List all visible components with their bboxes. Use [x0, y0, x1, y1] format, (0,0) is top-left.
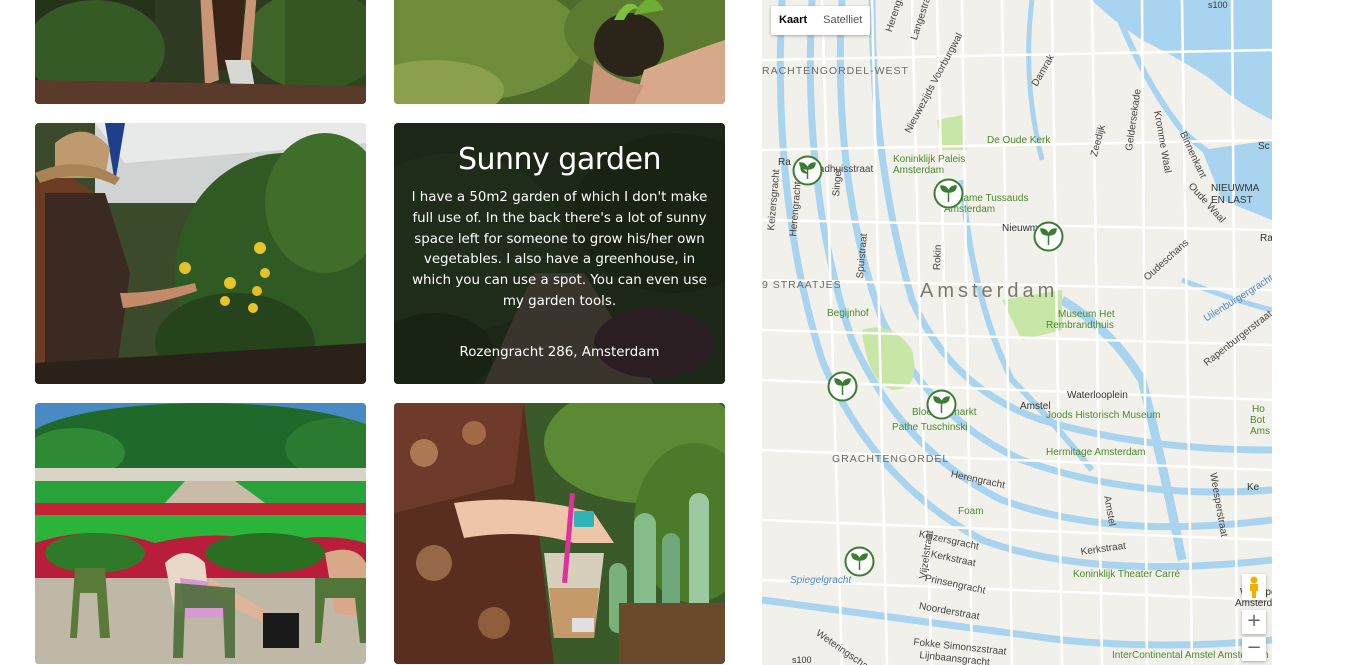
map-label-waterlooplein: Waterlooplein [1067, 390, 1128, 401]
listing-description: I have a 50m2 garden of which I don't ma… [411, 190, 708, 309]
garden-card-5[interactable] [35, 403, 366, 664]
map-label-oude-kerk: De Oude Kerk [987, 135, 1051, 146]
map-label-sc: Sc [1258, 141, 1270, 152]
map-label-koninklijk-paleis-city: Amsterdam [893, 165, 945, 176]
map-label-koninklijk-paleis: Koninklijk Paleis [893, 154, 966, 165]
map-label-hermitage: Hermitage Amsterdam [1046, 447, 1146, 458]
map-label-s100-bottom: s100 [792, 655, 812, 665]
map-label-s100-top: s100 [1208, 0, 1228, 10]
garden-pin-icon[interactable] [933, 178, 964, 209]
map-label-nieuwmarkt-lastage-2: EN LAST [1211, 195, 1253, 206]
listing-details: Sunny garden I have a 50m2 garden of whi… [408, 143, 711, 313]
sunny-garden-card[interactable]: Sunny garden I have a 50m2 garden of whi… [394, 123, 725, 384]
map-label-joods-museum: Joods Historisch Museum [1046, 410, 1161, 421]
map-label-nieuwmarkt-lastage-1: NIEUWMA [1211, 183, 1260, 194]
garden-photo-2 [394, 0, 725, 104]
garden-card-2[interactable] [394, 0, 725, 104]
map-label-spiegelgracht: Spiegelgracht [790, 575, 852, 586]
map-label-pathe-tuschinski: Pathe Tuschinski [892, 422, 968, 433]
listing-title: Sunny garden [457, 142, 662, 177]
map-label-grachtengordel-west: RACHTENGORDEL-WEST [762, 65, 909, 77]
zoom-out-button[interactable]: − [1242, 637, 1266, 661]
garden-card-1[interactable] [35, 0, 366, 104]
map-label-grachtengordel: GRACHTENGORDEL [832, 453, 950, 465]
garden-pin-icon[interactable] [926, 389, 957, 420]
map-label-rokin: Rokin [932, 244, 944, 271]
map-label-rembrandthuis: Rembrandthuis [1046, 320, 1114, 331]
map-type-control: Kaart Satelliet [771, 6, 871, 35]
garden-photo-5 [35, 403, 366, 664]
map-label-hoboken-3: Ams [1250, 426, 1270, 437]
garden-photo-6 [394, 403, 725, 664]
garden-pin-icon[interactable] [827, 371, 858, 402]
map-label-ra2: Ra [1260, 233, 1272, 244]
map-label-hoboken-1: Ho [1252, 404, 1265, 415]
street-view-pegman-icon[interactable] [1242, 574, 1266, 600]
map-label-begijnhof: Begijnhof [827, 308, 869, 319]
map-label-museum-het: Museum Het [1058, 309, 1115, 320]
map-label-9-straatjes: 9 STRAATJES [762, 279, 842, 291]
garden-card-3[interactable] [35, 123, 366, 384]
garden-card-6[interactable] [394, 403, 725, 664]
map-label-hoboken-2: Bot [1250, 415, 1266, 426]
map-label-ra: Ra [778, 157, 791, 168]
garden-photo-1 [35, 0, 366, 104]
listing-address: Rozengracht 286, Amsterdam [459, 345, 660, 360]
map-label-koninklijk-theater: Koninklijk Theater Carré [1073, 569, 1181, 580]
map[interactable]: Kaart Satelliet RACHTENGORDEL-WEST Konin… [762, 0, 1272, 665]
garden-photo-3 [35, 123, 366, 384]
garden-pin-icon[interactable] [844, 546, 875, 577]
map-label-amsterdam: Amsterdam [920, 280, 1059, 302]
map-type-kaart-button[interactable]: Kaart [771, 6, 815, 35]
garden-pin-icon[interactable] [792, 155, 823, 186]
map-label-foam: Foam [958, 506, 984, 517]
map-label-ke: Ke [1247, 482, 1260, 493]
map-type-satelliet-button[interactable]: Satelliet [815, 6, 870, 35]
map-canvas[interactable] [762, 0, 1272, 665]
zoom-in-button[interactable]: + [1242, 610, 1266, 634]
garden-pin-icon[interactable] [1033, 221, 1064, 252]
